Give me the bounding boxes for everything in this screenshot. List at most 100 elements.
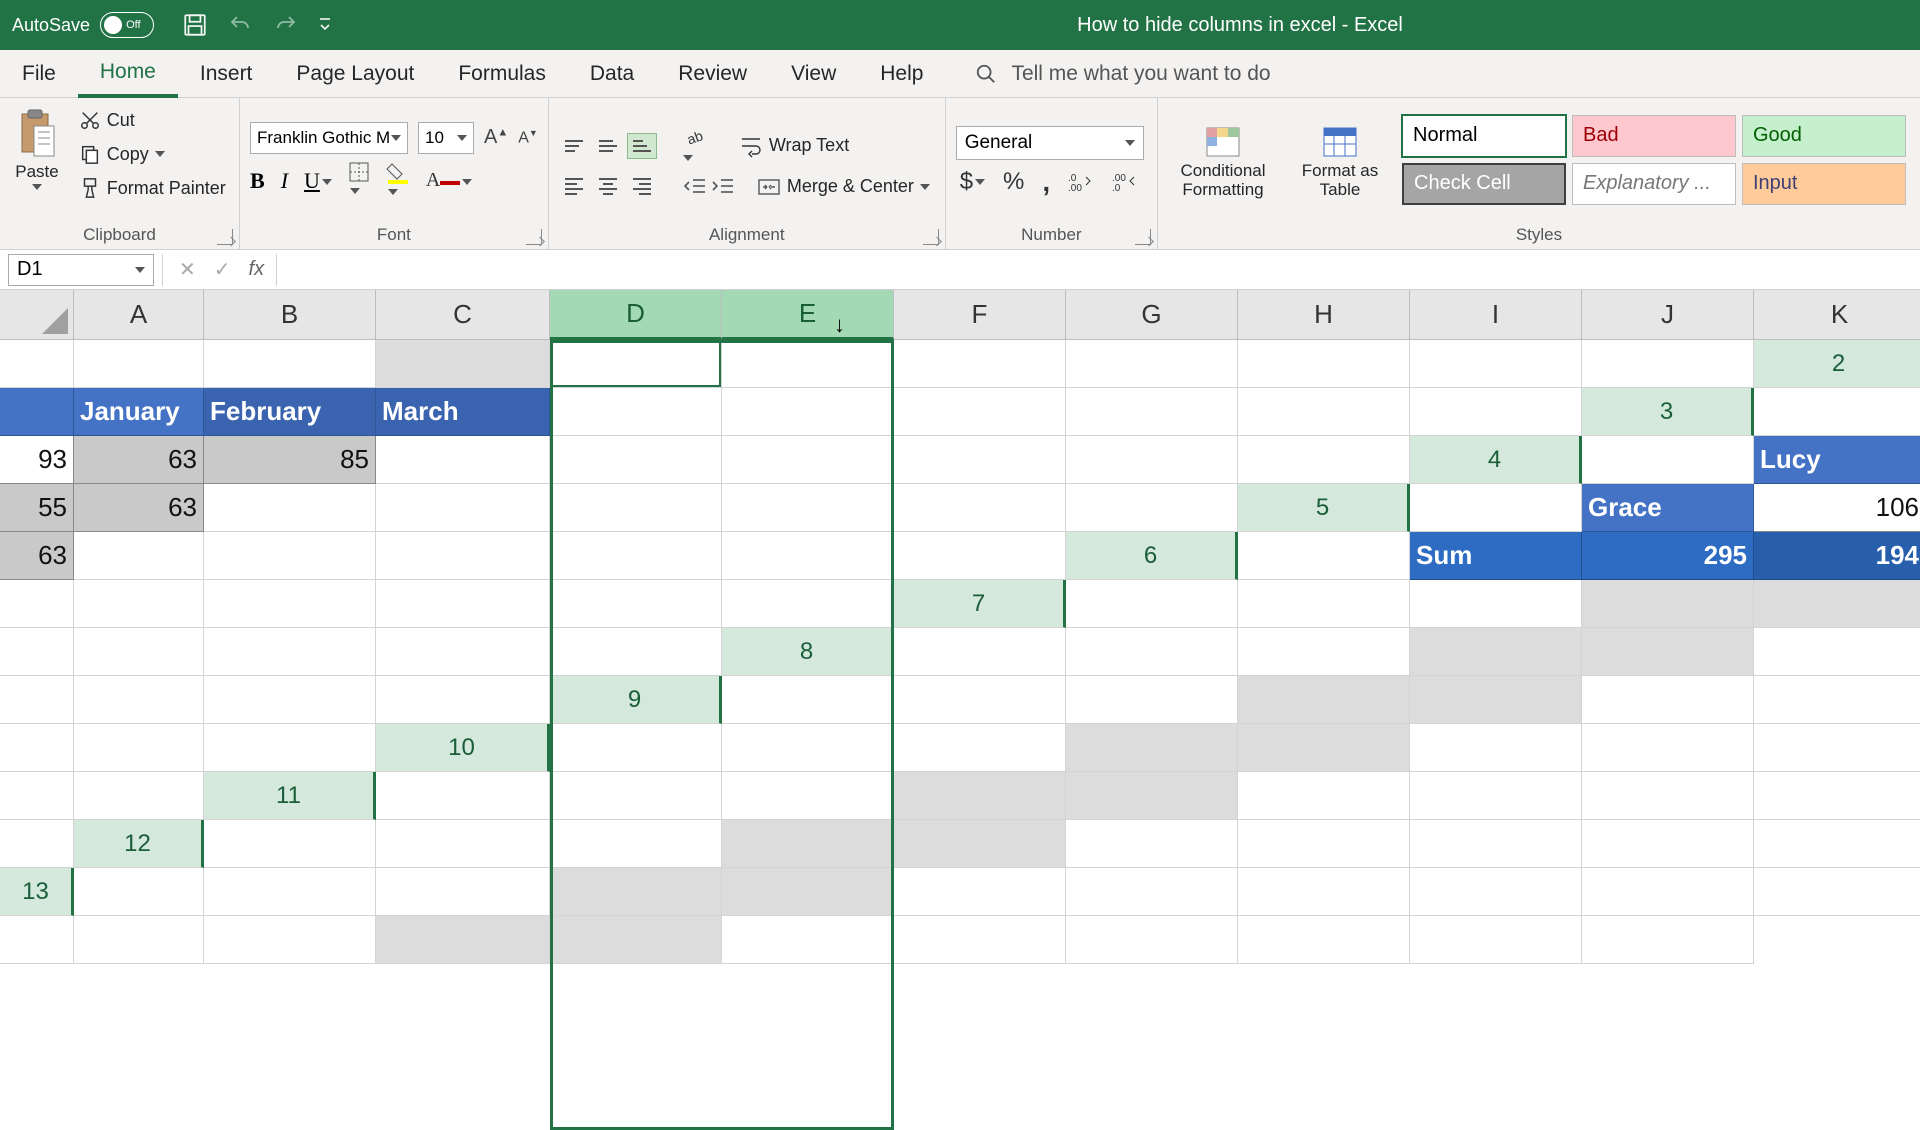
cell-K9[interactable] [204, 724, 376, 772]
paste-button[interactable]: Paste [11, 106, 62, 192]
font-name-combo[interactable]: Franklin Gothic M [250, 122, 408, 154]
bold-button[interactable]: B [250, 168, 265, 194]
cell-A4[interactable] [1582, 436, 1754, 484]
cell-H2[interactable] [894, 388, 1066, 436]
cell-H12[interactable] [1410, 820, 1582, 868]
row-header-4[interactable]: 4 [1410, 436, 1582, 484]
cell-H10[interactable] [1754, 724, 1920, 772]
cell-E13[interactable] [722, 868, 894, 916]
column-header-C[interactable]: C [376, 290, 550, 340]
cell-F11[interactable] [1238, 772, 1410, 820]
cell-K5[interactable] [894, 532, 1066, 580]
cell-B4[interactable]: Lucy [1754, 436, 1920, 484]
cell-K13[interactable] [1754, 868, 1920, 916]
row-header-6[interactable]: 6 [1066, 532, 1238, 580]
style-input[interactable]: Input [1742, 163, 1906, 205]
cell-I12[interactable] [1582, 820, 1754, 868]
comma-format-button[interactable]: , [1042, 166, 1050, 198]
cell-I5[interactable] [550, 532, 722, 580]
row-header-10[interactable]: 10 [376, 724, 550, 772]
column-header-D[interactable]: D [550, 290, 722, 340]
row-header-11[interactable]: 11 [204, 772, 376, 820]
accounting-format-button[interactable]: $ [960, 168, 985, 196]
cell-K7[interactable] [550, 628, 722, 676]
column-header-B[interactable]: B [204, 290, 376, 340]
cell-F9[interactable] [1582, 676, 1754, 724]
cell-D11[interactable] [894, 772, 1066, 820]
cell-F5[interactable] [74, 532, 204, 580]
cell-I1[interactable] [1238, 340, 1410, 388]
format-painter-button[interactable]: Format Painter [77, 176, 228, 200]
italic-button[interactable]: I [281, 168, 288, 194]
cell-H4[interactable] [550, 484, 722, 532]
cell-I2[interactable] [1066, 388, 1238, 436]
cell-A13[interactable] [74, 868, 204, 916]
cell-G3[interactable] [550, 436, 722, 484]
cell-J10[interactable] [0, 772, 74, 820]
cell-G11[interactable] [1410, 772, 1582, 820]
style-bad[interactable]: Bad [1572, 115, 1736, 157]
cell-F10[interactable] [1410, 724, 1582, 772]
cell-K4[interactable] [1066, 484, 1238, 532]
merge-center-button[interactable]: Merge & Center [755, 175, 932, 199]
cell-F8[interactable] [1754, 628, 1920, 676]
cell-J12[interactable] [1754, 820, 1920, 868]
row-header-9[interactable]: 9 [550, 676, 722, 724]
cell-A6[interactable] [1238, 532, 1410, 580]
tab-file[interactable]: File [0, 50, 78, 97]
increase-decimal-button[interactable]: .0.00 [1068, 171, 1094, 193]
align-right-button[interactable] [627, 174, 657, 200]
cell-B11[interactable] [550, 772, 722, 820]
cell-C7[interactable] [1410, 580, 1582, 628]
cell-B5[interactable]: Grace [1582, 484, 1754, 532]
cell-C8[interactable] [1238, 628, 1410, 676]
cell-B9[interactable] [894, 676, 1066, 724]
decrease-font-icon[interactable]: A▼ [518, 128, 538, 147]
cell-A8[interactable] [894, 628, 1066, 676]
cell-A7[interactable] [1066, 580, 1238, 628]
cell-J7[interactable] [376, 628, 550, 676]
underline-button[interactable]: U [304, 168, 332, 194]
cell-G6[interactable] [74, 580, 204, 628]
wrap-text-button[interactable]: Wrap Text [737, 133, 851, 159]
cell-E2[interactable]: March [376, 388, 550, 436]
undo-icon[interactable] [226, 13, 254, 37]
align-bottom-button[interactable] [627, 133, 657, 159]
decrease-decimal-button[interactable]: .00.0 [1112, 171, 1138, 193]
cell-D6[interactable]: 194 [1754, 532, 1920, 580]
number-format-combo[interactable]: General [956, 126, 1144, 160]
cell-G12[interactable] [1238, 820, 1410, 868]
column-header-A[interactable]: A [74, 290, 204, 340]
font-size-combo[interactable]: 10 [418, 122, 474, 154]
cell-H13[interactable] [1238, 868, 1410, 916]
formula-input[interactable] [276, 254, 1920, 286]
cell-G4[interactable] [376, 484, 550, 532]
cell-B14[interactable] [74, 916, 204, 964]
cell-J8[interactable] [204, 676, 376, 724]
cell-G13[interactable] [1066, 868, 1238, 916]
cell-D8[interactable] [1410, 628, 1582, 676]
tab-help[interactable]: Help [858, 50, 945, 97]
cell-G14[interactable] [894, 916, 1066, 964]
orientation-button[interactable]: ab [683, 124, 709, 168]
font-color-button[interactable]: A [426, 169, 472, 192]
copy-button[interactable]: Copy [77, 142, 228, 166]
name-box[interactable]: D1 [8, 254, 154, 286]
save-icon[interactable] [182, 12, 208, 38]
tab-insert[interactable]: Insert [178, 50, 275, 97]
cell-J14[interactable] [1410, 916, 1582, 964]
cell-A14[interactable] [0, 916, 74, 964]
cell-H7[interactable] [74, 628, 204, 676]
style-explanatory[interactable]: Explanatory ... [1572, 163, 1736, 205]
cell-B12[interactable] [376, 820, 550, 868]
cell-C6[interactable]: 295 [1582, 532, 1754, 580]
cell-F12[interactable] [1066, 820, 1238, 868]
dialog-launcher-icon[interactable] [217, 229, 233, 245]
align-center-button[interactable] [593, 174, 623, 200]
cell-H6[interactable] [204, 580, 376, 628]
cell-H11[interactable] [1582, 772, 1754, 820]
cell-J2[interactable] [1238, 388, 1410, 436]
row-header-8[interactable]: 8 [722, 628, 894, 676]
cell-I9[interactable] [0, 724, 74, 772]
cell-D10[interactable] [1066, 724, 1238, 772]
